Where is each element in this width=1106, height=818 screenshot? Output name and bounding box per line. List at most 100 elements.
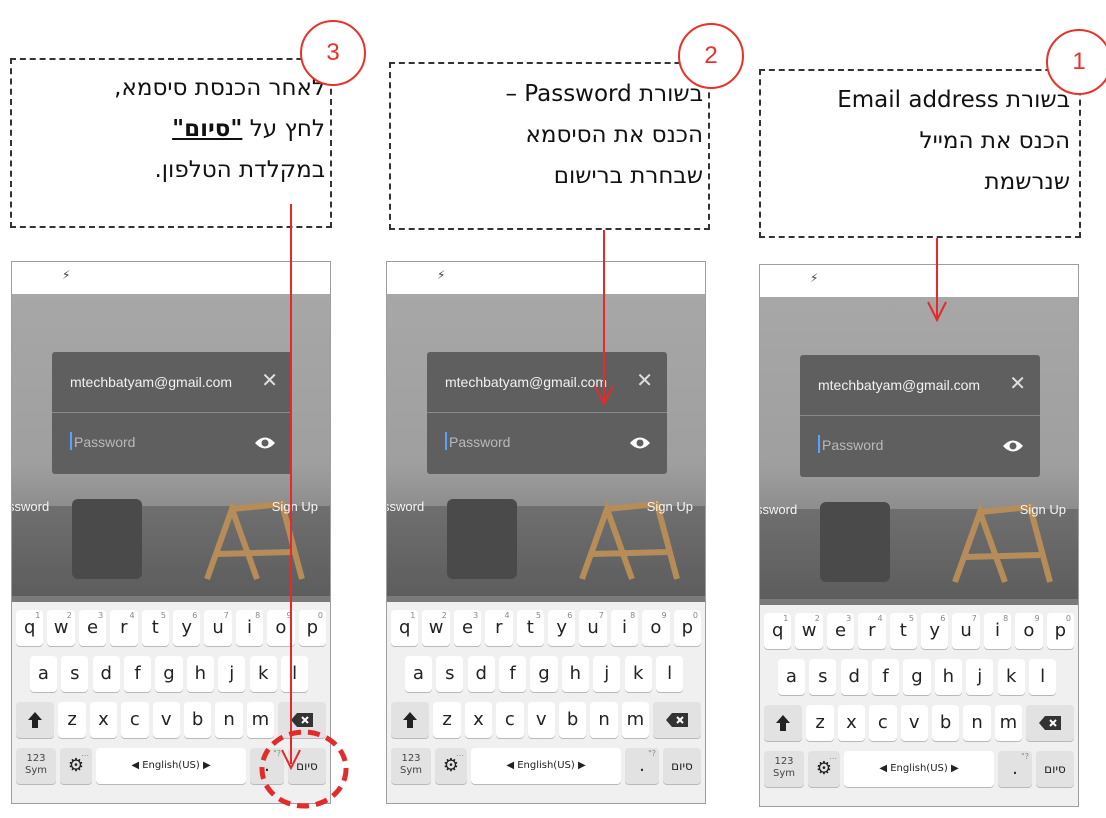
key-m[interactable]: m — [621, 702, 650, 738]
key-m[interactable]: m — [994, 705, 1023, 741]
key-c[interactable]: c — [121, 702, 149, 738]
key-w[interactable]: w2 — [795, 613, 823, 649]
key-z[interactable]: z — [806, 705, 834, 741]
forgot-password-link[interactable]: ssword — [387, 499, 424, 514]
key-f[interactable]: f — [123, 656, 152, 692]
key-f[interactable]: f — [871, 659, 900, 695]
email-field[interactable]: mtechbatyam@gmail.com — [70, 374, 232, 390]
key-p[interactable]: p0 — [298, 610, 326, 646]
key-c[interactable]: c — [869, 705, 897, 741]
key-t[interactable]: t5 — [516, 610, 544, 646]
sign-up-link[interactable]: Sign Up — [272, 499, 318, 514]
key-l[interactable]: l — [655, 656, 684, 692]
key-z[interactable]: z — [433, 702, 461, 738]
backspace-key[interactable] — [1026, 705, 1074, 741]
key-s[interactable]: s — [809, 659, 837, 695]
key-y[interactable]: y6 — [548, 610, 576, 646]
eye-icon[interactable] — [629, 436, 651, 450]
sign-up-link[interactable]: Sign Up — [647, 499, 693, 514]
clear-icon[interactable]: ✕ — [1009, 371, 1026, 395]
key-o[interactable]: o9 — [642, 610, 670, 646]
key-s[interactable]: s — [61, 656, 89, 692]
clear-icon[interactable]: ✕ — [261, 368, 278, 392]
key-u[interactable]: u7 — [952, 613, 980, 649]
key-p[interactable]: p0 — [673, 610, 701, 646]
key-x[interactable]: x — [837, 705, 866, 741]
key-u[interactable]: u7 — [204, 610, 232, 646]
clear-icon[interactable]: ✕ — [636, 368, 653, 392]
key-e[interactable]: e3 — [826, 613, 855, 649]
email-field[interactable]: mtechbatyam@gmail.com — [445, 374, 607, 390]
key-b[interactable]: b — [183, 702, 212, 738]
settings-key[interactable]: ... ⚙ — [435, 748, 467, 784]
key-h[interactable]: h — [561, 656, 590, 692]
key-g[interactable]: g — [903, 659, 931, 695]
key-w[interactable]: w2 — [47, 610, 75, 646]
key-i[interactable]: i8 — [235, 610, 264, 646]
key-h[interactable]: h — [186, 656, 215, 692]
backspace-key[interactable] — [653, 702, 701, 738]
done-key[interactable]: סיום — [663, 748, 701, 784]
period-key[interactable]: . "? — [998, 751, 1032, 787]
key-g[interactable]: g — [155, 656, 183, 692]
space-key[interactable]: ◀ English(US) ▶ — [96, 748, 246, 784]
key-r[interactable]: r4 — [485, 610, 513, 646]
key-y[interactable]: y6 — [173, 610, 201, 646]
key-v[interactable]: v — [900, 705, 928, 741]
key-t[interactable]: t5 — [889, 613, 917, 649]
key-q[interactable]: q1 — [764, 613, 792, 649]
key-e[interactable]: e3 — [78, 610, 107, 646]
settings-key[interactable]: ... ⚙ — [808, 751, 840, 787]
key-a[interactable]: a — [29, 656, 58, 692]
key-b[interactable]: b — [931, 705, 960, 741]
key-l[interactable]: l — [1028, 659, 1057, 695]
key-k[interactable]: k — [997, 659, 1025, 695]
period-key[interactable]: . "? — [625, 748, 659, 784]
key-b[interactable]: b — [558, 702, 587, 738]
key-x[interactable]: x — [464, 702, 493, 738]
done-key[interactable]: סיום — [1036, 751, 1074, 787]
key-h[interactable]: h — [934, 659, 963, 695]
key-v[interactable]: v — [152, 702, 180, 738]
key-a[interactable]: a — [404, 656, 433, 692]
sym-key[interactable]: 123 Sym — [764, 751, 804, 787]
key-i[interactable]: i8 — [610, 610, 639, 646]
key-q[interactable]: q1 — [391, 610, 419, 646]
key-k[interactable]: k — [624, 656, 652, 692]
key-j[interactable]: j — [966, 659, 994, 695]
shift-key[interactable] — [391, 702, 430, 738]
sym-key[interactable]: 123 Sym — [16, 748, 56, 784]
key-z[interactable]: z — [58, 702, 86, 738]
key-j[interactable]: j — [593, 656, 621, 692]
key-r[interactable]: r4 — [858, 613, 886, 649]
key-q[interactable]: q1 — [16, 610, 44, 646]
key-w[interactable]: w2 — [422, 610, 450, 646]
eye-icon[interactable] — [1002, 439, 1024, 453]
key-d[interactable]: d — [840, 659, 868, 695]
password-field[interactable]: Password — [822, 437, 883, 453]
space-key[interactable]: ◀ English(US) ▶ — [844, 751, 994, 787]
key-i[interactable]: i8 — [983, 613, 1012, 649]
space-key[interactable]: ◀ English(US) ▶ — [471, 748, 621, 784]
password-field[interactable]: Password — [74, 434, 135, 450]
email-field[interactable]: mtechbatyam@gmail.com — [818, 377, 980, 393]
key-d[interactable]: d — [467, 656, 495, 692]
key-n[interactable]: n — [963, 705, 991, 741]
settings-key[interactable]: ... ⚙ — [60, 748, 92, 784]
key-y[interactable]: y6 — [921, 613, 949, 649]
key-f[interactable]: f — [498, 656, 527, 692]
sign-up-link[interactable]: Sign Up — [1020, 502, 1066, 517]
key-e[interactable]: e3 — [453, 610, 482, 646]
key-t[interactable]: t5 — [141, 610, 169, 646]
key-k[interactable]: k — [249, 656, 277, 692]
key-g[interactable]: g — [530, 656, 558, 692]
key-n[interactable]: n — [590, 702, 618, 738]
key-p[interactable]: p0 — [1046, 613, 1074, 649]
key-n[interactable]: n — [215, 702, 243, 738]
key-s[interactable]: s — [436, 656, 464, 692]
key-c[interactable]: c — [496, 702, 524, 738]
password-field[interactable]: Password — [449, 434, 510, 450]
key-d[interactable]: d — [92, 656, 120, 692]
key-r[interactable]: r4 — [110, 610, 138, 646]
key-j[interactable]: j — [218, 656, 246, 692]
